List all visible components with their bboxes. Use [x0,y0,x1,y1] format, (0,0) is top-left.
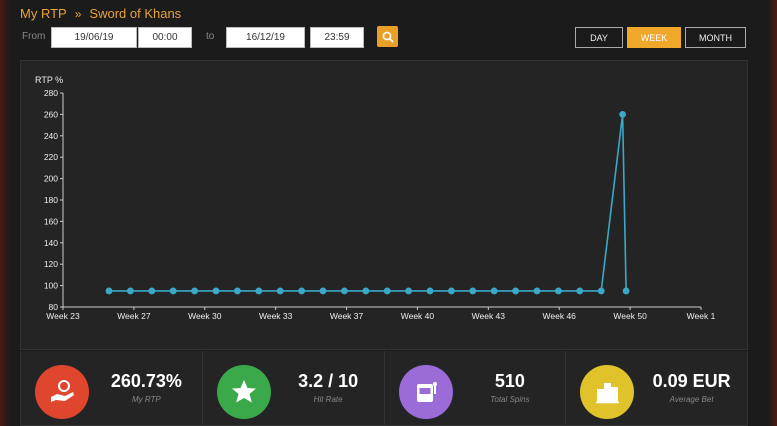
data-point[interactable] [362,287,370,295]
stat-value: 3.2 / 10 [298,371,359,391]
x-tick-label: Week 30 [188,311,222,321]
stat-label: Average Bet [669,395,714,404]
data-point[interactable] [383,287,391,295]
slot-machine-icon [398,365,453,419]
breadcrumb-root-link[interactable]: My RTP [20,6,67,21]
from-time-input[interactable]: 00:00 [138,27,192,48]
data-point[interactable] [512,287,519,295]
from-label: From [22,31,46,42]
to-label: to [206,31,215,42]
y-tick-label: 200 [44,174,58,184]
breadcrumb-separator: » [74,6,82,21]
data-point[interactable] [576,287,584,295]
background-edge-right [767,0,777,426]
search-button[interactable] [377,26,398,47]
background-edge-left [0,0,10,426]
data-point[interactable] [105,287,113,295]
data-point[interactable] [622,287,630,295]
stat-value: 260.73% [110,371,182,391]
y-tick-label: 220 [44,152,58,162]
y-tick-label: 280 [44,88,58,98]
y-tick-label: 100 [44,281,58,291]
period-week-button[interactable]: WEEK [627,27,681,48]
data-point[interactable] [426,287,434,295]
to-date-input[interactable]: 16/12/19 [226,27,305,48]
x-tick-label: Week 23 [46,311,80,321]
stat-total-spins: 510 Total Spins [385,351,567,425]
y-tick-label: 260 [44,109,58,119]
series-rtp [105,111,630,295]
data-point[interactable] [298,287,305,295]
data-point[interactable] [234,287,241,295]
rtp-chart-panel: RTP % 80 100 120 140 160 180 200 220 240 260 280 W… [20,60,748,350]
stat-my-rtp: 260.73% My RTP [21,351,203,425]
data-point[interactable] [169,287,177,295]
stat-hit-rate: 3.2 / 10 Hit Rate [203,351,385,425]
data-point[interactable] [319,287,327,295]
y-tick-label: 240 [44,131,58,141]
search-icon [382,31,394,43]
breadcrumb-current: Sword of Khans [89,6,182,21]
from-date-input[interactable]: 19/06/19 [51,27,137,48]
date-filter-bar: From 19/06/19 00:00 to 16/12/19 23:59 DA… [20,26,760,49]
x-tick-label: Week 50 [613,311,647,321]
stat-label: Hit Rate [313,395,343,404]
data-point[interactable] [127,287,134,295]
x-axis: Week 23 Week 27 Week 30 Week 33 Week 37 Week … [46,306,716,321]
stat-value: 510 [494,371,525,391]
data-point[interactable] [191,287,199,295]
x-tick-label: Week 33 [259,311,293,321]
data-point[interactable] [619,111,626,118]
hand-coin-icon [35,365,89,419]
data-point[interactable] [405,287,412,295]
data-point[interactable] [341,287,348,295]
y-tick-label: 120 [44,259,58,269]
rtp-line-chart: RTP % 80100120140160180200220240260280 W… [35,75,716,321]
data-point[interactable] [490,287,498,295]
series-line [109,114,627,292]
data-point[interactable] [597,287,605,295]
stat-label: Total Spins [490,395,530,404]
data-point[interactable] [212,287,220,295]
stat-label: My RTP [132,395,161,404]
data-point[interactable] [448,287,455,295]
data-point[interactable] [148,287,156,295]
x-tick-label: Week 46 [543,311,577,321]
y-tick-label: 180 [44,195,58,205]
to-time-input[interactable]: 23:59 [310,27,364,48]
coins-stack-icon [580,365,635,419]
y-axis-label: RTP % [35,75,63,85]
data-point[interactable] [555,287,562,295]
data-point[interactable] [255,287,263,295]
y-tick-label: 140 [44,238,58,248]
y-tick-label: 160 [44,216,58,226]
stats-row: 260.73% My RTP 3.2 / 10 Hit Rate 510 Tot… [20,351,748,426]
stat-average-bet: 0.09 EUR Average Bet [566,351,747,425]
x-tick-label: Week 27 [117,311,151,321]
data-point[interactable] [276,287,284,295]
period-month-button[interactable]: MONTH [685,27,746,48]
stat-value: 0.09 EUR [652,371,731,391]
data-point[interactable] [469,287,477,295]
period-day-button[interactable]: DAY [575,27,623,48]
star-icon [216,365,271,419]
breadcrumb: My RTP » Sword of Khans [20,6,181,21]
x-tick-label: Week 40 [401,311,435,321]
y-axis: 80100120140160180200220240260280 [44,88,64,312]
data-point[interactable] [533,287,541,295]
x-tick-label: Week 37 [330,311,364,321]
x-tick-label: Week 1 [687,311,716,321]
x-tick-label: Week 43 [472,311,506,321]
